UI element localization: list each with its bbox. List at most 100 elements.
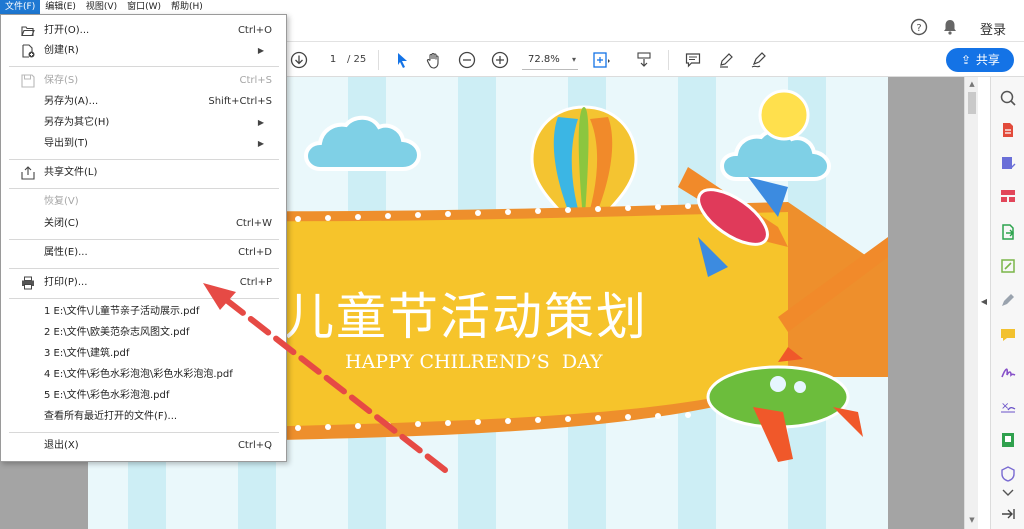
chevron-right-icon: ▶ bbox=[257, 139, 264, 148]
menu-item-label: 创建(R) bbox=[44, 45, 79, 56]
page-total: / 25 bbox=[347, 54, 367, 65]
scroll-up-icon[interactable]: ▲ bbox=[967, 79, 977, 89]
menu-item-label: 导出到(T) bbox=[44, 138, 88, 149]
cloud-left bbox=[303, 115, 422, 171]
scrollbar-thumb[interactable] bbox=[968, 92, 976, 114]
menu-item-label: 另存为其它(H) bbox=[44, 117, 110, 128]
menu-item-shortcut: Ctrl+O bbox=[237, 25, 272, 36]
fill-sign-icon[interactable] bbox=[999, 291, 1017, 309]
printer-icon bbox=[21, 276, 35, 290]
menu-item-shortcut: Ctrl+S bbox=[239, 75, 272, 86]
menu-separator bbox=[9, 432, 279, 433]
menu-item-label: 保存(S) bbox=[44, 75, 79, 86]
highlight-pen-icon[interactable] bbox=[716, 50, 736, 70]
menu-item-label: 属性(E)... bbox=[44, 247, 88, 258]
bell-icon[interactable] bbox=[941, 18, 959, 36]
chevron-right-icon: ▶ bbox=[257, 118, 264, 127]
signature-icon[interactable] bbox=[999, 363, 1017, 381]
export-pdf-icon[interactable] bbox=[999, 223, 1017, 241]
menu-item-save[interactable]: 保存(S) Ctrl+S bbox=[1, 71, 286, 91]
expand-panel-icon[interactable] bbox=[999, 505, 1017, 523]
comment-icon[interactable] bbox=[683, 50, 703, 70]
menu-help[interactable]: 帮助(H) bbox=[166, 0, 208, 14]
panel-collapse-icon[interactable]: ◀ bbox=[978, 290, 990, 314]
menu-item-shortcut: Ctrl+P bbox=[239, 277, 272, 288]
recent-file-item[interactable]: 1 E:\文件\儿童节亲子活动展示.pdf bbox=[1, 302, 286, 322]
menu-separator bbox=[9, 239, 279, 240]
edit-pdf-icon[interactable] bbox=[999, 257, 1017, 275]
right-tools-panel: × bbox=[990, 77, 1024, 529]
menu-item-label: 打印(P)... bbox=[44, 277, 88, 288]
comment-tool-icon[interactable] bbox=[999, 326, 1017, 344]
toolbar-divider bbox=[668, 50, 669, 70]
menu-edit[interactable]: 编辑(E) bbox=[40, 0, 81, 14]
print-production-icon[interactable] bbox=[999, 431, 1017, 449]
sun bbox=[758, 89, 810, 141]
chevron-right-icon: ▶ bbox=[257, 46, 264, 55]
vertical-scrollbar[interactable]: ▲ ▼ bbox=[964, 77, 978, 529]
menu-item-label: 5 E:\文件\彩色水彩泡泡.pdf bbox=[44, 390, 170, 401]
menu-item-label: 3 E:\文件\建筑.pdf bbox=[44, 348, 130, 359]
menu-separator bbox=[9, 298, 279, 299]
select-cursor-icon[interactable] bbox=[392, 50, 412, 70]
login-button[interactable]: 登录 bbox=[980, 19, 1006, 38]
menu-item-export-to[interactable]: 导出到(T) ▶ bbox=[1, 134, 286, 154]
recent-file-item[interactable]: 2 E:\文件\欧美范杂志风图文.pdf bbox=[1, 323, 286, 343]
create-pdf-icon[interactable] bbox=[999, 121, 1017, 139]
menu-window[interactable]: 窗口(W) bbox=[122, 0, 166, 14]
menu-separator bbox=[9, 268, 279, 269]
share-button[interactable]: ⇪ 共享 bbox=[946, 48, 1014, 72]
menu-item-share-file[interactable]: 共享文件(L) bbox=[1, 163, 286, 183]
search-zoom-icon[interactable] bbox=[999, 89, 1017, 107]
fit-page-icon[interactable] bbox=[592, 50, 612, 70]
protect-icon[interactable] bbox=[999, 465, 1017, 483]
menu-item-properties[interactable]: 属性(E)... Ctrl+D bbox=[1, 243, 286, 263]
certificates-icon[interactable]: × bbox=[999, 397, 1017, 415]
sign-icon[interactable] bbox=[749, 50, 769, 70]
menu-item-open[interactable]: 打开(O)... Ctrl+O bbox=[1, 21, 286, 41]
menu-separator bbox=[9, 188, 279, 189]
organize-pages-icon[interactable] bbox=[999, 187, 1017, 205]
chevron-down-icon[interactable] bbox=[999, 487, 1017, 505]
menu-file[interactable]: 文件(F) bbox=[0, 0, 41, 14]
help-icon[interactable]: ? bbox=[910, 18, 928, 36]
menu-item-save-as-other[interactable]: 另存为其它(H) ▶ bbox=[1, 113, 286, 133]
folder-open-icon bbox=[21, 24, 35, 38]
menu-item-save-as[interactable]: 另存为(A)... Shift+Ctrl+S bbox=[1, 92, 286, 112]
scroll-down-icon[interactable]: ▼ bbox=[967, 515, 977, 525]
next-page-icon[interactable] bbox=[289, 50, 309, 70]
zoom-in-icon[interactable] bbox=[490, 50, 510, 70]
menu-item-close[interactable]: 关闭(C) Ctrl+W bbox=[1, 214, 286, 234]
menu-item-label: 另存为(A)... bbox=[44, 96, 99, 107]
menu-view[interactable]: 视图(V) bbox=[81, 0, 122, 14]
scroll-mode-icon[interactable] bbox=[634, 50, 654, 70]
menu-item-label: 恢复(V) bbox=[44, 196, 79, 207]
zoom-out-icon[interactable] bbox=[457, 50, 477, 70]
menu-item-label: 打开(O)... bbox=[44, 25, 90, 36]
recent-file-item[interactable]: 3 E:\文件\建筑.pdf bbox=[1, 344, 286, 364]
file-menu-dropdown: 打开(O)... Ctrl+O 创建(R) ▶ 保存(S) Ctrl+S 另存为… bbox=[0, 14, 287, 462]
menu-item-label: 1 E:\文件\儿童节亲子活动展示.pdf bbox=[44, 306, 200, 317]
share-label: 共享 bbox=[975, 53, 1000, 67]
recent-file-item[interactable]: 5 E:\文件\彩色水彩泡泡.pdf bbox=[1, 386, 286, 406]
zoom-value: 72.8% bbox=[528, 54, 560, 65]
menu-item-label: 查看所有最近打开的文件(F)... bbox=[44, 411, 178, 422]
page-number-input[interactable]: 1 bbox=[318, 51, 348, 69]
menu-item-print[interactable]: 打印(P)... Ctrl+P bbox=[1, 273, 286, 293]
hand-tool-icon[interactable] bbox=[424, 50, 444, 70]
zoom-select[interactable]: 72.8% ▾ bbox=[522, 50, 578, 70]
menu-item-view-all-recent[interactable]: 查看所有最近打开的文件(F)... bbox=[1, 407, 286, 427]
combine-files-icon[interactable] bbox=[999, 155, 1017, 173]
svg-text:?: ? bbox=[916, 23, 921, 34]
svg-text:×: × bbox=[1001, 401, 1009, 412]
menu-item-exit[interactable]: 退出(X) Ctrl+Q bbox=[1, 436, 286, 456]
menu-item-shortcut: Ctrl+W bbox=[235, 218, 272, 229]
menu-item-label: 共享文件(L) bbox=[44, 167, 98, 178]
recent-file-item[interactable]: 4 E:\文件\彩色水彩泡泡\彩色水彩泡泡.pdf bbox=[1, 365, 286, 385]
menu-item-shortcut: Ctrl+Q bbox=[237, 440, 272, 451]
menu-item-label: 关闭(C) bbox=[44, 218, 79, 229]
menu-item-create[interactable]: 创建(R) ▶ bbox=[1, 41, 286, 61]
menu-item-shortcut: Ctrl+D bbox=[238, 247, 272, 258]
create-pdf-icon bbox=[21, 44, 35, 58]
menu-item-revert[interactable]: 恢复(V) bbox=[1, 192, 286, 212]
